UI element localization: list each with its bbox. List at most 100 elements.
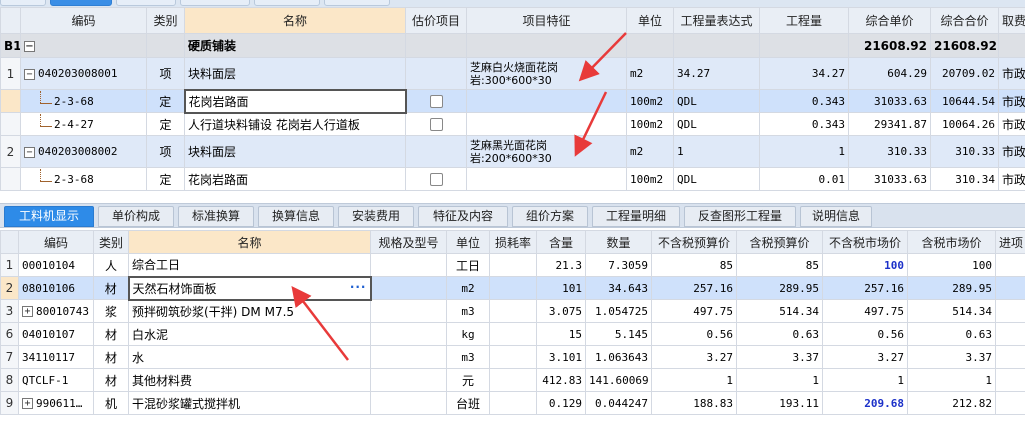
feature-cell[interactable]	[466, 167, 627, 191]
estimate-checkbox[interactable]	[429, 173, 443, 186]
market-notax-cell[interactable]: 100	[822, 253, 908, 277]
table-row[interactable]: 2-3-68 定 花岗岩路面 100m2 QDL 0.01 31033.63 3…	[0, 167, 1025, 191]
col-header-type[interactable]: 类别	[93, 230, 129, 254]
market-notax-cell[interactable]: 0.56	[822, 322, 908, 346]
table-row[interactable]: 7 34110117 材 水 m3 3.101 1.063643 3.27 3.…	[0, 345, 1025, 369]
col-header-feature[interactable]: 项目特征	[466, 7, 627, 34]
content-cell[interactable]: 3.101	[536, 345, 586, 369]
market-notax-cell[interactable]: 209.68	[822, 391, 908, 415]
spec-cell[interactable]	[370, 322, 447, 346]
col-header-unit-price[interactable]: 综合单价	[848, 7, 931, 34]
code-cell[interactable]: 04010107	[18, 322, 94, 346]
table-row[interactable]: 9 +990611… 机 干混砂浆罐式搅拌机 台班 0.129 0.044247…	[0, 391, 1025, 415]
spec-cell[interactable]	[370, 276, 447, 300]
expression-cell[interactable]: QDL	[673, 167, 760, 191]
loss-cell[interactable]	[489, 276, 537, 300]
col-header-input[interactable]: 进项	[995, 230, 1025, 254]
name-cell[interactable]: 白水泥	[128, 322, 371, 346]
table-row[interactable]: 8 QTCLF-1 材 其他材料费 元 412.83 141.60069 1 1…	[0, 368, 1025, 392]
table-row[interactable]: 6 04010107 材 白水泥 kg 15 5.145 0.56 0.63 0…	[0, 322, 1025, 346]
loss-cell[interactable]	[489, 253, 537, 277]
name-cell[interactable]: 水	[128, 345, 371, 369]
table-row-selected[interactable]: 2 08010106 材 天然石材饰面板 ··· m2 101 34.643 25…	[0, 275, 1025, 301]
spec-cell[interactable]	[370, 345, 447, 369]
col-header-estimate[interactable]: 估价项目	[405, 7, 467, 34]
market-tax-cell[interactable]: 100	[907, 253, 996, 277]
estimate-checkbox[interactable]	[429, 95, 443, 108]
feature-cell[interactable]: 芝麻黑光面花岗岩:200*600*30	[466, 135, 627, 168]
name-cell[interactable]: 天然石材饰面板 ···	[127, 275, 372, 301]
col-header-fee[interactable]: 取费	[998, 7, 1025, 34]
expression-cell[interactable]: QDL	[673, 89, 760, 113]
more-options-icon[interactable]: ···	[350, 280, 367, 294]
content-cell[interactable]: 412.83	[536, 368, 586, 392]
tab-pricing-scheme[interactable]: 组价方案	[512, 206, 588, 227]
market-notax-cell[interactable]: 1	[822, 368, 908, 392]
market-notax-cell[interactable]: 3.27	[822, 345, 908, 369]
estimate-checkbox[interactable]	[429, 118, 443, 131]
code-cell[interactable]: 08010106	[18, 276, 94, 300]
tab-conversion-info[interactable]: 换算信息	[258, 206, 334, 227]
market-notax-cell[interactable]: 257.16	[822, 276, 908, 300]
col-header-market-tax[interactable]: 含税市场价	[907, 230, 996, 254]
name-cell[interactable]: 干混砂浆罐式搅拌机	[128, 391, 371, 415]
spec-cell[interactable]	[370, 391, 447, 415]
content-cell[interactable]: 15	[536, 322, 586, 346]
market-tax-cell[interactable]: 0.63	[907, 322, 996, 346]
market-tax-cell[interactable]: 514.34	[907, 299, 996, 323]
col-header-unit[interactable]: 单位	[446, 230, 490, 254]
code-cell[interactable]: −040203008002	[20, 135, 147, 168]
content-cell[interactable]: 3.075	[536, 299, 586, 323]
group-row[interactable]: B1 − 硬质铺装 21608.92 21608.92	[0, 33, 1025, 58]
code-cell[interactable]: 2-4-27	[20, 112, 147, 136]
name-cell[interactable]: 块料面层	[184, 57, 406, 90]
name-cell[interactable]: 块料面层	[184, 135, 406, 168]
table-row[interactable]: 2 −040203008002 项 块料面层 芝麻黑光面花岗岩:200*600*…	[0, 135, 1025, 168]
content-cell[interactable]: 101	[536, 276, 586, 300]
col-header-loss[interactable]: 损耗率	[489, 230, 537, 254]
spec-cell[interactable]	[370, 299, 447, 323]
col-header-unit[interactable]: 单位	[626, 7, 674, 34]
tab-reverse-graphic[interactable]: 反查图形工程量	[684, 206, 796, 227]
content-cell[interactable]: 0.129	[536, 391, 586, 415]
name-cell[interactable]: 预拌砌筑砂浆(干拌) DM M7.5	[128, 299, 371, 323]
top-tab-active[interactable]	[50, 0, 112, 6]
col-header-budget-tax[interactable]: 含税预算价	[736, 230, 823, 254]
expression-cell[interactable]: 34.27	[673, 57, 760, 90]
tab-labor-material[interactable]: 工料机显示	[4, 206, 94, 227]
code-cell[interactable]: −040203008001	[20, 57, 147, 90]
top-tab[interactable]	[324, 0, 390, 6]
content-cell[interactable]: 21.3	[536, 253, 586, 277]
collapse-icon[interactable]: −	[24, 40, 35, 52]
tab-description[interactable]: 说明信息	[800, 206, 872, 227]
code-cell[interactable]: 34110117	[18, 345, 94, 369]
top-tab[interactable]	[254, 0, 320, 6]
feature-cell[interactable]	[466, 112, 627, 136]
expression-cell[interactable]: QDL	[673, 112, 760, 136]
expression-cell[interactable]: 1	[673, 135, 760, 168]
col-header-type[interactable]: 类别	[146, 7, 185, 34]
collapse-icon[interactable]: −	[24, 68, 35, 80]
name-cell[interactable]: 综合工日	[128, 253, 371, 277]
name-cell[interactable]: 其他材料费	[128, 368, 371, 392]
col-header-total[interactable]: 综合合价	[930, 7, 999, 34]
spec-cell[interactable]	[370, 253, 447, 277]
market-tax-cell[interactable]: 289.95	[907, 276, 996, 300]
col-header-spec[interactable]: 规格及型号	[370, 230, 447, 254]
col-header-code[interactable]: 编码	[18, 230, 94, 254]
col-header-name[interactable]: 名称	[128, 230, 371, 254]
feature-cell[interactable]	[466, 89, 627, 113]
top-tab[interactable]	[0, 0, 46, 6]
col-header-budget-notax[interactable]: 不含税预算价	[651, 230, 737, 254]
top-tab[interactable]	[116, 0, 176, 6]
col-header-quantity[interactable]: 工程量	[759, 7, 849, 34]
table-row[interactable]: 2-4-27 定 人行道块料铺设 花岗岩人行道板 100m2 QDL 0.343…	[0, 112, 1025, 136]
col-header-name[interactable]: 名称	[184, 7, 406, 34]
market-tax-cell[interactable]: 3.37	[907, 345, 996, 369]
col-header-expression[interactable]: 工程量表达式	[673, 7, 760, 34]
loss-cell[interactable]	[489, 299, 537, 323]
tab-install-fee[interactable]: 安装费用	[338, 206, 414, 227]
code-cell[interactable]: 2-3-68	[20, 167, 147, 191]
top-tab[interactable]	[180, 0, 250, 6]
market-tax-cell[interactable]: 212.82	[907, 391, 996, 415]
